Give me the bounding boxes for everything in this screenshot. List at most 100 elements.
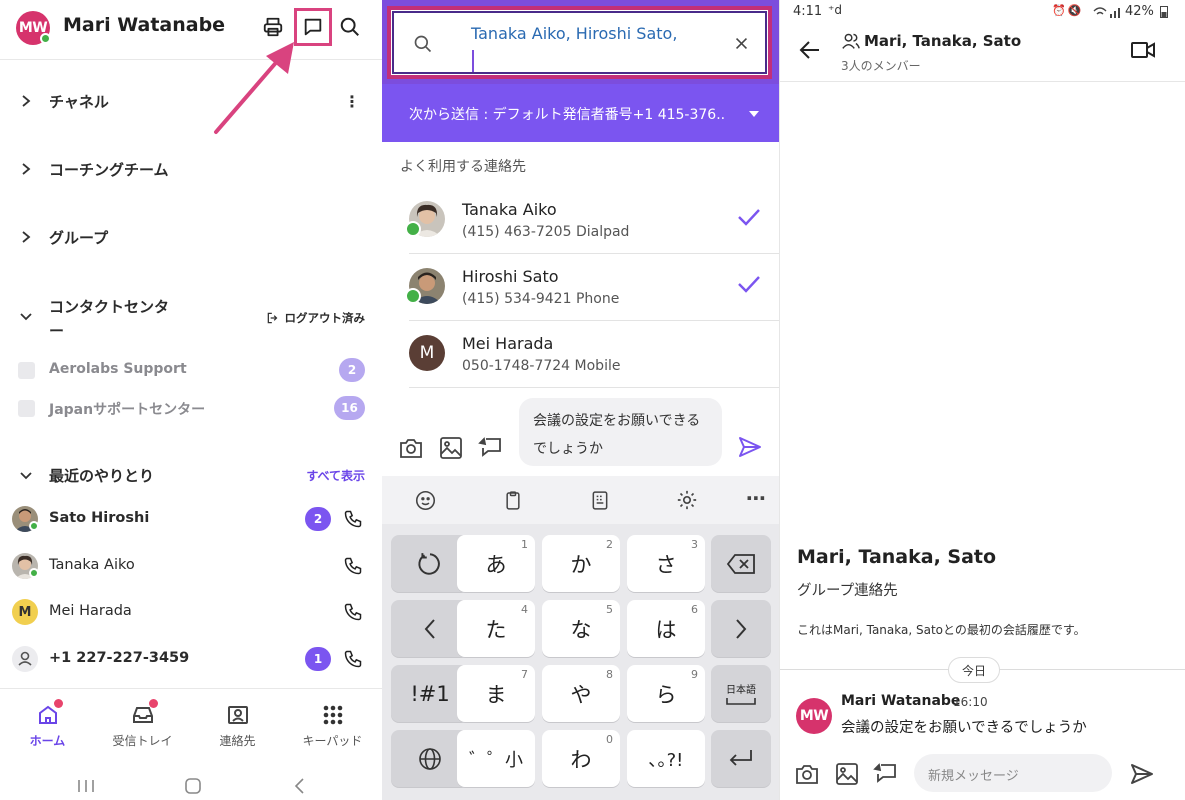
online-status-dot	[40, 33, 51, 44]
nav-contacts[interactable]: 連絡先	[190, 689, 285, 759]
recent-item[interactable]: Tanaka Aiko	[0, 546, 382, 586]
kana-key[interactable]: ら9	[627, 665, 705, 722]
language-key[interactable]: 日本語	[711, 665, 771, 722]
contact-row[interactable]: Tanaka Aiko (415) 463-7205 Dialpad	[405, 187, 779, 254]
queue-item[interactable]: Aerolabs Support 2	[0, 353, 382, 387]
image-icon[interactable]	[835, 762, 859, 786]
contact-row[interactable]: Hiroshi Sato (415) 534-9421 Phone	[405, 254, 779, 321]
phone-icon[interactable]	[343, 509, 363, 529]
cursor-right-key[interactable]	[711, 600, 771, 657]
recent-apps-icon[interactable]	[76, 778, 96, 794]
recent-item[interactable]: Sato Hiroshi 2	[0, 499, 382, 539]
conversation-header: Mari, Tanaka, Sato 3人のメンバー	[780, 24, 1185, 82]
unread-badge: 1	[305, 647, 331, 671]
section-label: チャネル	[49, 92, 109, 111]
video-call-icon[interactable]	[1130, 40, 1156, 60]
nav-keypad[interactable]: キーパッド	[285, 689, 380, 759]
member-count: 3人のメンバー	[841, 59, 921, 73]
contact-row[interactable]: M Mei Harada 050-1748-7724 Mobile	[409, 321, 779, 388]
settings-icon[interactable]	[676, 489, 698, 511]
image-icon[interactable]	[439, 436, 463, 460]
phone-icon[interactable]	[343, 602, 363, 622]
chevron-right-icon	[22, 231, 31, 243]
send-from-selector[interactable]: 次から送信 : デフォルト発信者番号+1 415-376..	[382, 84, 779, 142]
kana-key[interactable]: か2	[542, 535, 620, 592]
status-bar: 4:11 ⁺d ⏰🔇 42%	[780, 0, 1185, 24]
online-status-dot	[405, 288, 421, 304]
kana-key[interactable]: わ0	[542, 730, 620, 787]
camera-icon[interactable]	[795, 763, 819, 785]
queue-item[interactable]: Japanサポートセンター 16	[0, 391, 382, 425]
bottom-navigation: ホーム 受信トレイ 連絡先 キーパッド	[0, 688, 382, 758]
sender-avatar[interactable]: MW	[796, 698, 832, 734]
recent-item[interactable]: M Mei Harada	[0, 592, 382, 632]
chevron-right-icon	[736, 618, 747, 639]
queue-checkbox[interactable]	[18, 400, 35, 417]
kana-key[interactable]: な5	[542, 600, 620, 657]
send-icon[interactable]	[738, 436, 762, 458]
message-compose-field[interactable]: 会議の設定をお願いできる でしょうか	[519, 398, 722, 466]
dropdown-arrow-icon	[749, 111, 759, 117]
section-label: コーチングチーム	[49, 160, 169, 179]
section-groups[interactable]: グループ	[0, 217, 382, 257]
dakuten-key[interactable]: ゛゜小	[457, 730, 535, 787]
back-arrow-icon[interactable]	[799, 40, 821, 60]
kana-key[interactable]: あ1	[457, 535, 535, 592]
kana-key[interactable]: ま7	[457, 665, 535, 722]
keyboard-toolbar: ⋯	[382, 476, 779, 524]
section-label: コンタクトセンタ	[49, 298, 170, 316]
see-all-link[interactable]: すべて表示	[306, 467, 365, 484]
more-options-icon[interactable]: ⋮	[344, 92, 360, 111]
frequent-contacts-label: よく利用する連絡先	[400, 159, 526, 175]
globe-icon	[419, 747, 441, 770]
clear-icon[interactable]	[733, 35, 750, 52]
notification-dot	[149, 699, 158, 708]
message-time: 16:10	[953, 695, 988, 709]
search-icon[interactable]	[337, 14, 363, 40]
recipient-search-value: Tanaka Aiko, Hiroshi Sato,	[471, 24, 678, 43]
enter-key[interactable]	[711, 730, 771, 787]
group-icon	[842, 33, 860, 49]
battery-icon	[1160, 6, 1168, 18]
chevron-down-icon[interactable]	[19, 470, 33, 482]
punctuation-key[interactable]: ､｡?!	[627, 730, 705, 787]
camera-icon[interactable]	[399, 437, 423, 459]
section-channels[interactable]: チャネル ⋮	[0, 81, 382, 121]
emoji-icon[interactable]	[415, 490, 436, 511]
conversation-panel: 4:11 ⁺d ⏰🔇 42% Mari, Tanaka, Sato 3人のメンバ…	[779, 0, 1185, 800]
space-bar-icon	[726, 698, 756, 705]
chevron-left-icon	[424, 618, 435, 639]
nav-home[interactable]: ホーム	[0, 689, 95, 759]
kana-key[interactable]: た4	[457, 600, 535, 657]
system-status-icons: ⏰🔇	[1052, 4, 1084, 17]
recipient-search-field[interactable]: Tanaka Aiko, Hiroshi Sato,	[387, 6, 772, 79]
queue-checkbox[interactable]	[18, 362, 35, 379]
message-sender: Mari Watanabe	[841, 693, 961, 709]
contact-avatar: M	[409, 335, 445, 371]
phone-icon[interactable]	[343, 649, 363, 669]
kana-key[interactable]: や8	[542, 665, 620, 722]
send-icon[interactable]	[1130, 763, 1154, 785]
phone-icon[interactable]	[343, 556, 363, 576]
nav-inbox[interactable]: 受信トレイ	[95, 689, 190, 759]
section-coaching-team[interactable]: コーチングチーム	[0, 149, 382, 189]
new-message-input[interactable]: 新規メッセージ	[914, 754, 1112, 792]
quick-reply-icon[interactable]	[478, 435, 502, 459]
recent-contact-name: Mei Harada	[49, 603, 132, 619]
quick-reply-icon[interactable]	[873, 761, 897, 785]
backspace-key[interactable]	[711, 535, 771, 592]
home-button-icon[interactable]	[183, 777, 203, 795]
section-contact-center[interactable]: コンタクトセンタ ー ログアウト済み	[0, 290, 382, 346]
message-text: 会議の設定をお願いできるでしょうか	[841, 720, 1087, 736]
logout-status[interactable]: ログアウト済み	[266, 310, 365, 326]
keyboard-mode-icon[interactable]	[590, 490, 610, 511]
kana-key[interactable]: さ3	[627, 535, 705, 592]
clipboard-icon[interactable]	[503, 490, 523, 511]
recent-item[interactable]: +1 227-227-3459 1	[0, 639, 382, 679]
queue-count-badge: 2	[339, 358, 365, 382]
more-icon[interactable]: ⋯	[746, 486, 766, 510]
online-status-dot	[29, 568, 39, 578]
recent-section-label: 最近のやりとり	[49, 467, 155, 485]
kana-key[interactable]: は6	[627, 600, 705, 657]
back-button-icon[interactable]	[292, 777, 308, 795]
